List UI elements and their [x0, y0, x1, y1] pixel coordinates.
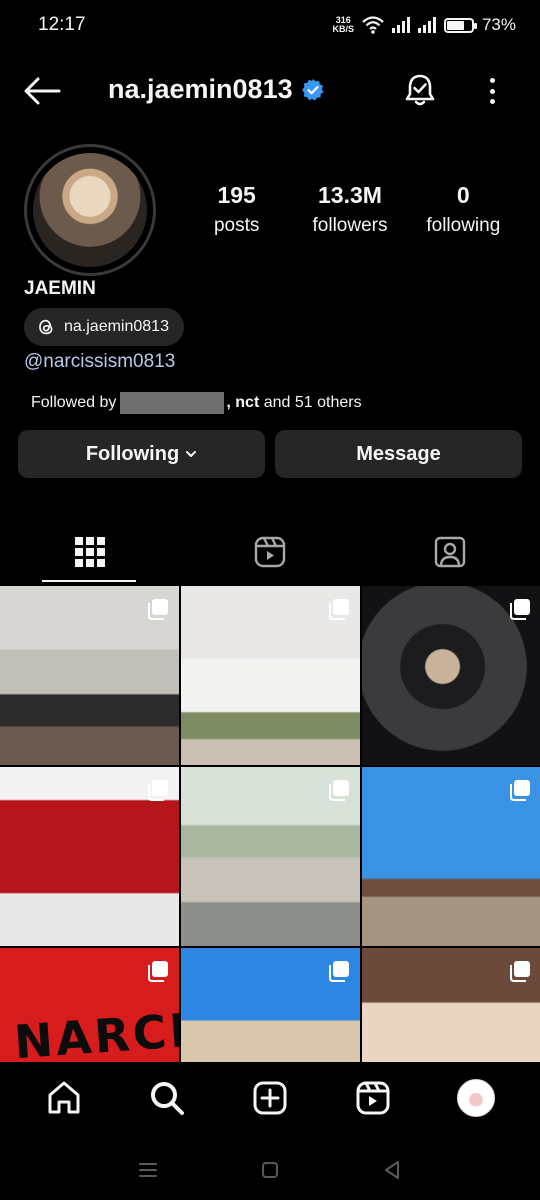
nav-profile[interactable] — [456, 1078, 496, 1118]
tab-grid[interactable] — [0, 520, 180, 584]
username-title: na.jaemin0813 — [108, 74, 325, 105]
profile-avatar-small — [457, 1079, 496, 1117]
carousel-icon — [329, 780, 349, 801]
profile-tabs — [0, 520, 540, 584]
network-speed: 316 KB/S — [332, 16, 354, 34]
carousel-icon — [510, 961, 530, 982]
profile-actions: Following Message — [18, 430, 522, 478]
verified-badge-icon — [301, 78, 324, 101]
post-thumbnail[interactable] — [181, 767, 360, 946]
stat-posts-label: posts — [213, 215, 260, 236]
reels-icon — [356, 1081, 390, 1115]
followed-by-name: , nct — [226, 394, 260, 411]
post-thumbnail[interactable] — [0, 767, 179, 946]
profile-avatar-ring[interactable] — [24, 144, 156, 276]
wifi-icon — [362, 16, 384, 34]
nav-reels[interactable] — [353, 1078, 393, 1118]
notification-bell-icon[interactable] — [402, 72, 438, 108]
reels-icon — [254, 536, 286, 568]
followed-by-prefix: Followed by — [31, 394, 117, 411]
profile-header: na.jaemin0813 — [0, 62, 540, 120]
threads-handle: na.jaemin0813 — [64, 318, 169, 335]
tagged-icon — [434, 536, 466, 568]
stat-posts[interactable]: 195 posts — [180, 182, 293, 237]
stat-following[interactable]: 0 following — [407, 182, 520, 237]
bottom-navigation — [0, 1062, 540, 1134]
chevron-down-icon — [186, 451, 197, 457]
threads-icon — [39, 319, 53, 335]
nav-search[interactable] — [147, 1078, 187, 1118]
profile-full-name: JAEMIN — [24, 278, 96, 299]
carousel-icon — [148, 599, 168, 620]
stat-following-label: following — [426, 215, 501, 236]
status-icons: 316 KB/S 73% — [332, 15, 516, 35]
profile-link[interactable]: @narcissism0813 — [24, 351, 175, 373]
username: na.jaemin0813 — [108, 74, 293, 104]
post-thumbnail[interactable] — [362, 767, 540, 946]
stat-posts-value: 195 — [217, 182, 256, 208]
nav-create[interactable] — [250, 1078, 290, 1118]
carousel-icon — [148, 780, 168, 801]
posts-grid: NARCISSISM — [0, 586, 540, 1127]
profile-stats: 195 posts 13.3M followers 0 following — [180, 182, 520, 237]
network-speed-unit: KB/S — [332, 24, 354, 34]
post-thumbnail[interactable] — [0, 586, 179, 765]
carousel-icon — [510, 599, 530, 620]
nav-home[interactable] — [44, 1078, 84, 1118]
carousel-icon — [329, 961, 349, 982]
message-button-label: Message — [356, 442, 441, 465]
back-button-icon[interactable] — [381, 1159, 403, 1181]
search-icon — [150, 1082, 184, 1115]
more-options-icon[interactable] — [480, 74, 504, 108]
status-bar: 12:17 316 KB/S 73% — [0, 0, 540, 50]
tab-tagged[interactable] — [360, 520, 540, 584]
home-button-icon[interactable] — [259, 1159, 281, 1181]
followed-by-text[interactable]: Followed by , nct and 51 others — [31, 392, 362, 414]
back-arrow-icon[interactable] — [22, 75, 62, 107]
tab-reels[interactable] — [180, 520, 360, 584]
carousel-icon — [148, 961, 168, 982]
signal-icon-1 — [391, 17, 410, 33]
create-icon — [253, 1081, 287, 1115]
status-time: 12:17 — [38, 14, 86, 35]
profile-avatar — [33, 153, 147, 267]
post-thumbnail[interactable] — [362, 586, 540, 765]
signal-icon-2 — [417, 17, 436, 33]
post-overlay-text: NARCISSISM — [12, 990, 179, 1070]
following-button-label: Following — [85, 442, 180, 465]
battery-percent: 73% — [481, 15, 516, 34]
post-thumbnail[interactable] — [181, 586, 360, 765]
grid-icon — [75, 537, 105, 567]
carousel-icon — [329, 599, 349, 620]
followed-by-suffix: and 51 others — [263, 394, 362, 411]
home-icon — [48, 1081, 80, 1114]
threads-badge[interactable]: na.jaemin0813 — [24, 308, 184, 346]
stat-following-value: 0 — [456, 182, 470, 208]
message-button[interactable]: Message — [275, 430, 522, 478]
stat-followers-value: 13.3M — [318, 182, 382, 208]
system-navigation — [0, 1140, 540, 1200]
carousel-icon — [510, 780, 530, 801]
stat-followers[interactable]: 13.3M followers — [293, 182, 406, 237]
redacted-name — [120, 392, 225, 414]
battery-fill — [446, 20, 465, 30]
battery-icon — [443, 17, 477, 33]
following-button[interactable]: Following — [18, 430, 265, 478]
recent-apps-icon[interactable] — [137, 1159, 159, 1181]
stat-followers-label: followers — [312, 215, 388, 236]
